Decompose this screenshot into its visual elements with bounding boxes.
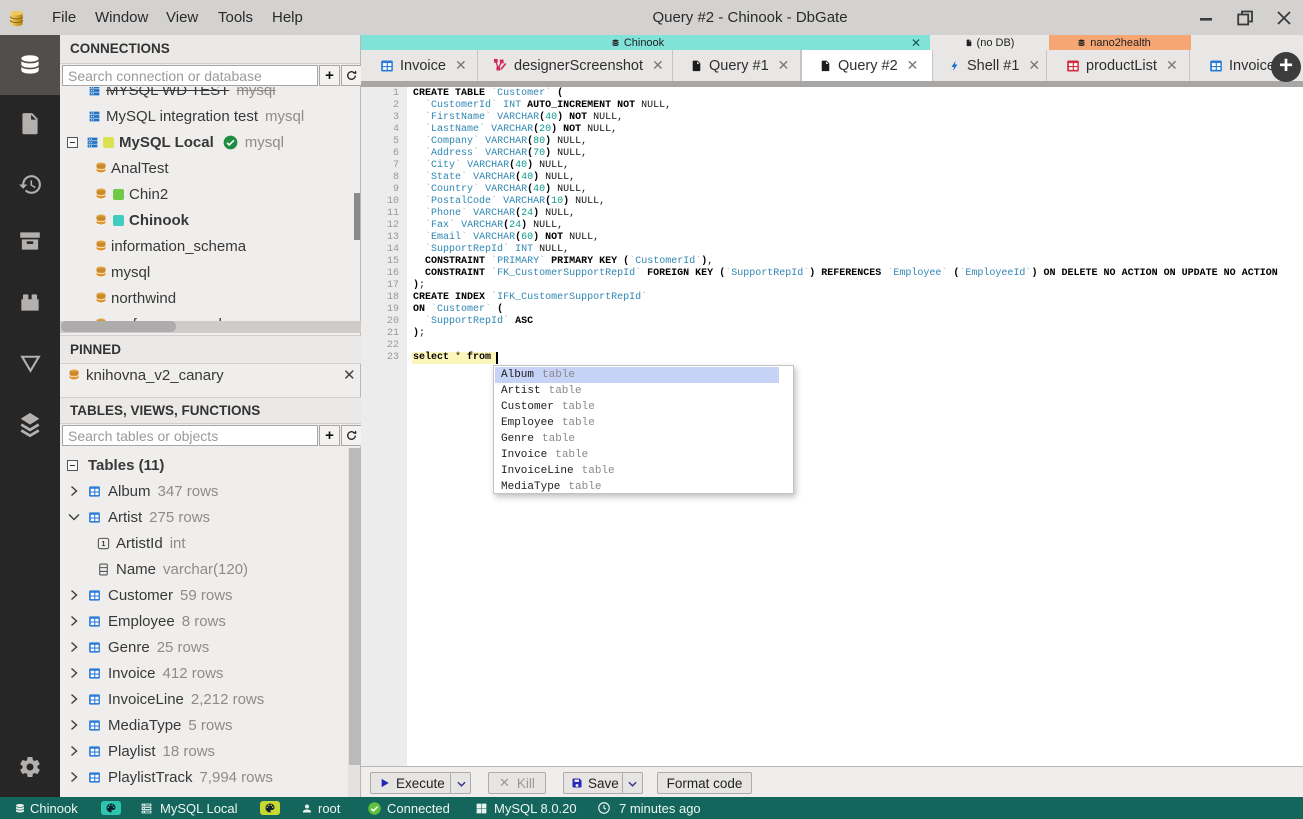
svg-text:1: 1 [102,541,106,548]
